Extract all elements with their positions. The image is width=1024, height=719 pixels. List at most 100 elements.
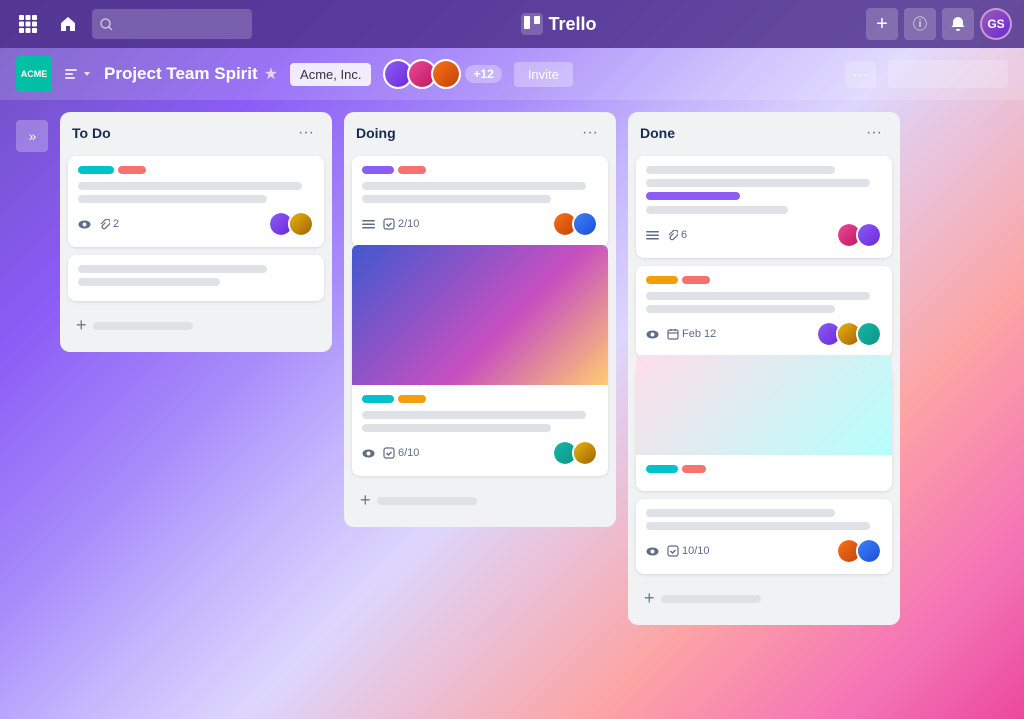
home-icon[interactable] [52,8,84,40]
label-red [682,276,710,284]
card-meta: 6 [646,229,687,242]
card-text-2 [646,305,835,313]
board-filter-bar[interactable] [888,60,1008,88]
user-avatar[interactable]: GS [980,8,1012,40]
card-footer: 6/10 [362,440,598,466]
card-labels [646,465,882,473]
card-text-1 [78,182,302,190]
card-checklist: 2/10 [383,218,419,230]
card-purple-label [646,192,740,200]
list-todo-menu[interactable]: ··· [292,122,320,144]
board-name-area: Project Team Spirit ★ [104,64,278,84]
add-button[interactable]: + [866,8,898,40]
card-clips: 6 [667,229,687,241]
card-done-1[interactable]: 6 [636,156,892,258]
board-more-button[interactable]: ··· [845,61,876,88]
card-footer: 6 [646,222,882,248]
board-area: » To Do ··· [0,100,1024,719]
list-done-menu[interactable]: ··· [860,122,888,144]
card-meta: 2/10 [362,218,419,231]
card-text-1 [646,292,870,300]
card-text-1 [78,265,267,273]
card-avatars [552,440,598,466]
card-avatar-3 [856,321,882,347]
card-doing-1[interactable]: 2/10 [352,156,608,247]
card-avatars [268,211,314,237]
card-footer: 10/10 [646,538,882,564]
grid-menu-icon[interactable] [12,8,44,40]
card-eye [362,447,375,460]
card-avatar-2 [572,440,598,466]
card-todo-1[interactable]: 2 [68,156,324,247]
label-teal [78,166,114,174]
label-purple [362,166,394,174]
team-button[interactable]: Acme, Inc. [290,63,371,86]
card-footer: 2/10 [362,211,598,237]
search-bar[interactable] [92,9,252,39]
app-title: Trello [260,13,858,35]
card-menu [646,229,659,242]
list-doing-header: Doing ··· [352,122,608,148]
card-cover [352,245,608,385]
card-avatar-2 [856,222,882,248]
card-text-1 [362,411,586,419]
card-calendar: Feb 12 [667,328,716,340]
info-button[interactable]: ⓘ [904,8,936,40]
list-doing-menu[interactable]: ··· [576,122,604,144]
card-footer: 2 [78,211,314,237]
card-doing-2[interactable]: 6/10 [352,255,608,476]
board-star-icon[interactable]: ★ [264,64,278,84]
list-todo-header: To Do ··· [68,122,324,148]
card-text-1 [646,166,835,174]
add-card-bar [661,595,761,603]
nav-actions: + ⓘ GS [866,8,1012,40]
card-avatars [552,211,598,237]
app-container: Trello + ⓘ GS ACME [0,0,1024,719]
sidebar-toggle[interactable]: » [16,120,48,152]
label-teal [362,395,394,403]
member-count-badge[interactable]: +12 [465,65,501,83]
card-meta: 6/10 [362,447,419,460]
board-name: Project Team Spirit [104,64,258,84]
board-header: ACME Project Team Spirit ★ Acme, Inc. [0,48,1024,100]
card-avatars [836,222,882,248]
card-eye [646,328,659,341]
card-avatars [816,321,882,347]
board-logo: ACME [16,56,52,92]
label-teal [646,465,678,473]
card-avatars [836,538,882,564]
label-red [118,166,146,174]
card-labels [646,276,882,284]
card-labels [362,166,598,174]
add-card-bar [93,322,193,330]
card-text-2 [78,278,220,286]
card-done-4[interactable]: 10/10 [636,499,892,574]
notifications-button[interactable] [942,8,974,40]
add-card-doing[interactable]: + [352,484,608,517]
card-done-2[interactable]: Feb 12 [636,266,892,357]
card-meta: 2 [78,218,119,231]
add-card-done[interactable]: + [636,582,892,615]
card-text-2 [78,195,267,203]
add-card-todo[interactable]: + [68,309,324,342]
card-text-2 [646,522,870,530]
card-todo-2[interactable] [68,255,324,301]
trello-logo: Trello [521,13,596,35]
card-checklist: 10/10 [667,545,710,557]
card-done-3[interactable] [636,365,892,491]
card-menu [362,218,375,231]
label-yellow [398,395,426,403]
card-labels [78,166,314,174]
list-todo: To Do ··· [60,112,332,352]
label-red [398,166,426,174]
list-todo-title: To Do [72,125,111,141]
board-visibility-btn[interactable] [64,67,92,81]
card-labels [362,395,598,403]
top-nav: Trello + ⓘ GS [0,0,1024,48]
card-text-2 [362,195,551,203]
list-doing: Doing ··· [344,112,616,527]
card-text-2 [646,179,870,187]
add-card-bar [377,497,477,505]
member-avatar-3[interactable] [431,59,461,89]
invite-button[interactable]: Invite [514,62,573,87]
